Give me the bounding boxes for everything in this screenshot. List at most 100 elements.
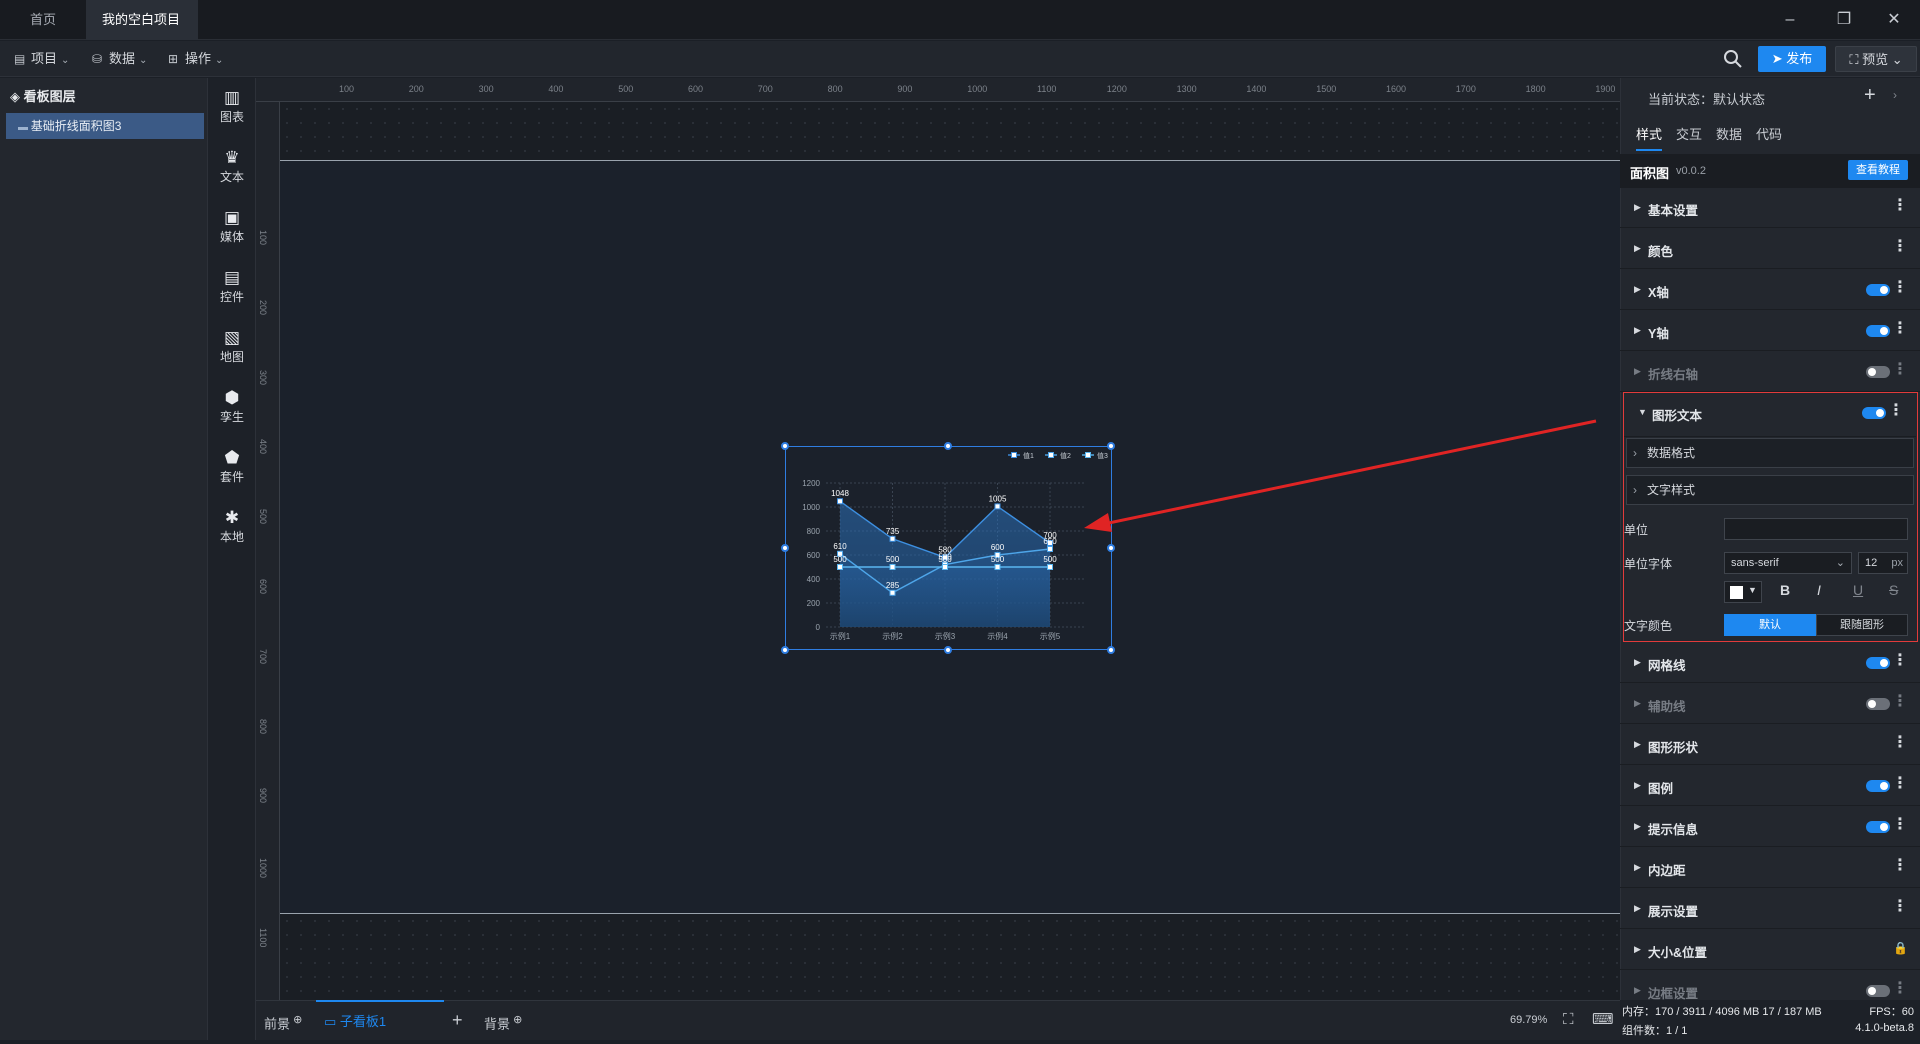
tab-foreground[interactable]: 前景 ⊕ <box>264 1000 302 1040</box>
resize-handle[interactable] <box>944 646 952 654</box>
data-point <box>889 535 896 542</box>
section-toggle[interactable] <box>1866 325 1890 337</box>
more-icon[interactable]: ⋮ <box>1892 858 1908 874</box>
search-icon[interactable] <box>1723 49 1743 69</box>
font-select[interactable]: sans-serif ⌄ <box>1724 552 1852 574</box>
more-icon[interactable]: ⋮ <box>1892 981 1908 997</box>
bold-button[interactable]: B <box>1780 582 1790 598</box>
layer-item[interactable]: ▬ 基础折线面积图3 <box>6 113 204 139</box>
publish-button[interactable]: ➤ 发布 <box>1758 46 1826 72</box>
data-point <box>994 503 1001 510</box>
more-icon[interactable]: ⋮ <box>1892 817 1908 833</box>
section-right.sections_top.0.label[interactable]: ▶ 基本设置 ⋮ <box>1620 188 1920 228</box>
section-right.sections_bottom.7.label[interactable]: ▶ 大小&位置 🔒 <box>1620 930 1920 970</box>
tool-kit[interactable]: ⬟ 套件 <box>208 448 256 485</box>
text-color-default-button[interactable]: 默认 <box>1724 614 1816 636</box>
minimize-icon[interactable]: – <box>1778 8 1802 32</box>
resize-handle[interactable] <box>781 544 789 552</box>
menu-operate[interactable]: ⊞ 操作 ⌄ <box>168 41 223 77</box>
resize-handle[interactable] <box>944 442 952 450</box>
preview-button[interactable]: ⛶ 预览 ⌄ <box>1835 46 1917 72</box>
x-tick-label: 示例2 <box>882 631 903 641</box>
data-format-section[interactable]: › 数据格式 <box>1626 438 1914 468</box>
more-icon[interactable]: ⋮ <box>1892 653 1908 669</box>
more-icon[interactable]: ⋮ <box>1892 239 1908 255</box>
more-icon[interactable]: ⋮ <box>1892 198 1908 214</box>
section-right.sections_top.1.label[interactable]: ▶ 颜色 ⋮ <box>1620 229 1920 269</box>
add-state-icon[interactable]: + <box>1864 84 1876 107</box>
italic-button[interactable]: I <box>1817 582 1821 598</box>
section-right.sections_bottom.5.label[interactable]: ▶ 内边距 ⋮ <box>1620 848 1920 888</box>
more-icon[interactable]: ⋮ <box>1892 694 1908 710</box>
resize-handle[interactable] <box>781 442 789 450</box>
more-icon[interactable]: ⋮ <box>1892 899 1908 915</box>
fit-screen-icon[interactable]: ⛶ <box>1563 1000 1574 1040</box>
section-toggle[interactable] <box>1866 985 1890 997</box>
section-right.sections_top.4.label[interactable]: ▶ 折线右轴 ⋮ <box>1620 352 1920 392</box>
tab-data[interactable]: 数据 <box>1716 124 1742 143</box>
font-size-input[interactable]: 12 px <box>1858 552 1908 574</box>
section-right.sections_top.3.label[interactable]: ▶ Y轴 ⋮ <box>1620 311 1920 351</box>
section-right.sections_top.2.label[interactable]: ▶ X轴 ⋮ <box>1620 270 1920 310</box>
tool-text[interactable]: ♛ 文本 <box>208 148 256 185</box>
lock-icon[interactable]: 🔒 <box>1893 940 1908 956</box>
tab-sub-board[interactable]: ▭ 子看板1 <box>316 1000 444 1040</box>
more-icon[interactable]: ⋮ <box>1892 735 1908 751</box>
tab-background[interactable]: 背景 ⊕ <box>484 1000 522 1040</box>
tool-control[interactable]: ▤ 控件 <box>208 268 256 305</box>
more-icon[interactable]: ⋮ <box>1892 280 1908 296</box>
resize-handle[interactable] <box>781 646 789 654</box>
tab-code[interactable]: 代码 <box>1756 124 1782 143</box>
section-toggle[interactable] <box>1866 366 1890 378</box>
tab-style[interactable]: 样式 <box>1636 124 1663 151</box>
chevron-right-icon[interactable]: › <box>1893 88 1897 102</box>
tool-media[interactable]: ▣ 媒体 <box>208 208 256 245</box>
tool-chart[interactable]: ▥ 图表 <box>208 88 256 125</box>
menu-data[interactable]: ⛁ 数据 ⌄ <box>92 41 147 77</box>
unit-input[interactable] <box>1724 518 1908 540</box>
section-toggle[interactable] <box>1866 780 1890 792</box>
strikethrough-button[interactable]: S <box>1889 582 1898 598</box>
keyboard-icon[interactable]: ⌨ <box>1592 1000 1614 1040</box>
tab-project-label: 我的空白项目 <box>102 12 181 27</box>
tab-home[interactable]: 首页 <box>14 0 72 40</box>
section-right.sections_bottom.1.label[interactable]: ▶ 辅助线 ⋮ <box>1620 684 1920 724</box>
text-color-label: 文字颜色 <box>1624 619 1673 633</box>
color-picker[interactable]: ▼ <box>1724 581 1762 603</box>
section-right.sections_bottom.0.label[interactable]: ▶ 网格线 ⋮ <box>1620 643 1920 683</box>
tool-twin[interactable]: ⬢ 孪生 <box>208 388 256 425</box>
section-toggle[interactable] <box>1866 698 1890 710</box>
tutorial-button[interactable]: 查看教程 <box>1848 160 1908 180</box>
section-label: 内边距 <box>1648 864 1686 878</box>
tool-map[interactable]: ▧ 地图 <box>208 328 256 365</box>
add-board-icon[interactable]: + <box>452 1000 463 1040</box>
tab-project[interactable]: 我的空白项目 <box>86 0 198 65</box>
menu-project[interactable]: ▤ 项目 ⌄ <box>14 41 69 77</box>
section-right.sections_bottom.4.label[interactable]: ▶ 提示信息 ⋮ <box>1620 807 1920 847</box>
add-circle-icon[interactable]: ⊕ <box>290 1014 302 1026</box>
close-icon[interactable]: ✕ <box>1882 8 1906 32</box>
area-chart-widget[interactable]: 0 200 400 600 800 1000 1200 示例1 示例2 示例3 示例4 示例5 1048… <box>785 446 1112 650</box>
text-style-section[interactable]: › 文字样式 <box>1626 475 1914 505</box>
font-size-unit: px <box>1891 557 1903 569</box>
more-icon[interactable]: ⋮ <box>1892 362 1908 378</box>
ruler-tick-label: 100 <box>339 84 355 94</box>
caret-right-icon: ▶ <box>1634 903 1641 913</box>
text-color-follow-button[interactable]: 跟随图形 <box>1816 614 1908 636</box>
tool-local[interactable]: ✱ 本地 <box>208 508 256 545</box>
tab-interaction[interactable]: 交互 <box>1676 124 1702 143</box>
more-icon[interactable]: ⋮ <box>1892 321 1908 337</box>
section-right.sections_bottom.3.label[interactable]: ▶ 图例 ⋮ <box>1620 766 1920 806</box>
resize-handle[interactable] <box>1107 544 1115 552</box>
add-circle-icon[interactable]: ⊕ <box>510 1014 522 1026</box>
resize-handle[interactable] <box>1107 646 1115 654</box>
more-icon[interactable]: ⋮ <box>1892 776 1908 792</box>
restore-icon[interactable]: ❐ <box>1832 8 1856 32</box>
section-right.sections_bottom.2.label[interactable]: ▶ 图形形状 ⋮ <box>1620 725 1920 765</box>
ruler-tick-label: 900 <box>258 788 268 804</box>
section-toggle[interactable] <box>1866 821 1890 833</box>
section-right.sections_bottom.6.label[interactable]: ▶ 展示设置 ⋮ <box>1620 889 1920 929</box>
section-toggle[interactable] <box>1866 657 1890 669</box>
section-toggle[interactable] <box>1866 284 1890 296</box>
underline-button[interactable]: U <box>1853 582 1863 598</box>
